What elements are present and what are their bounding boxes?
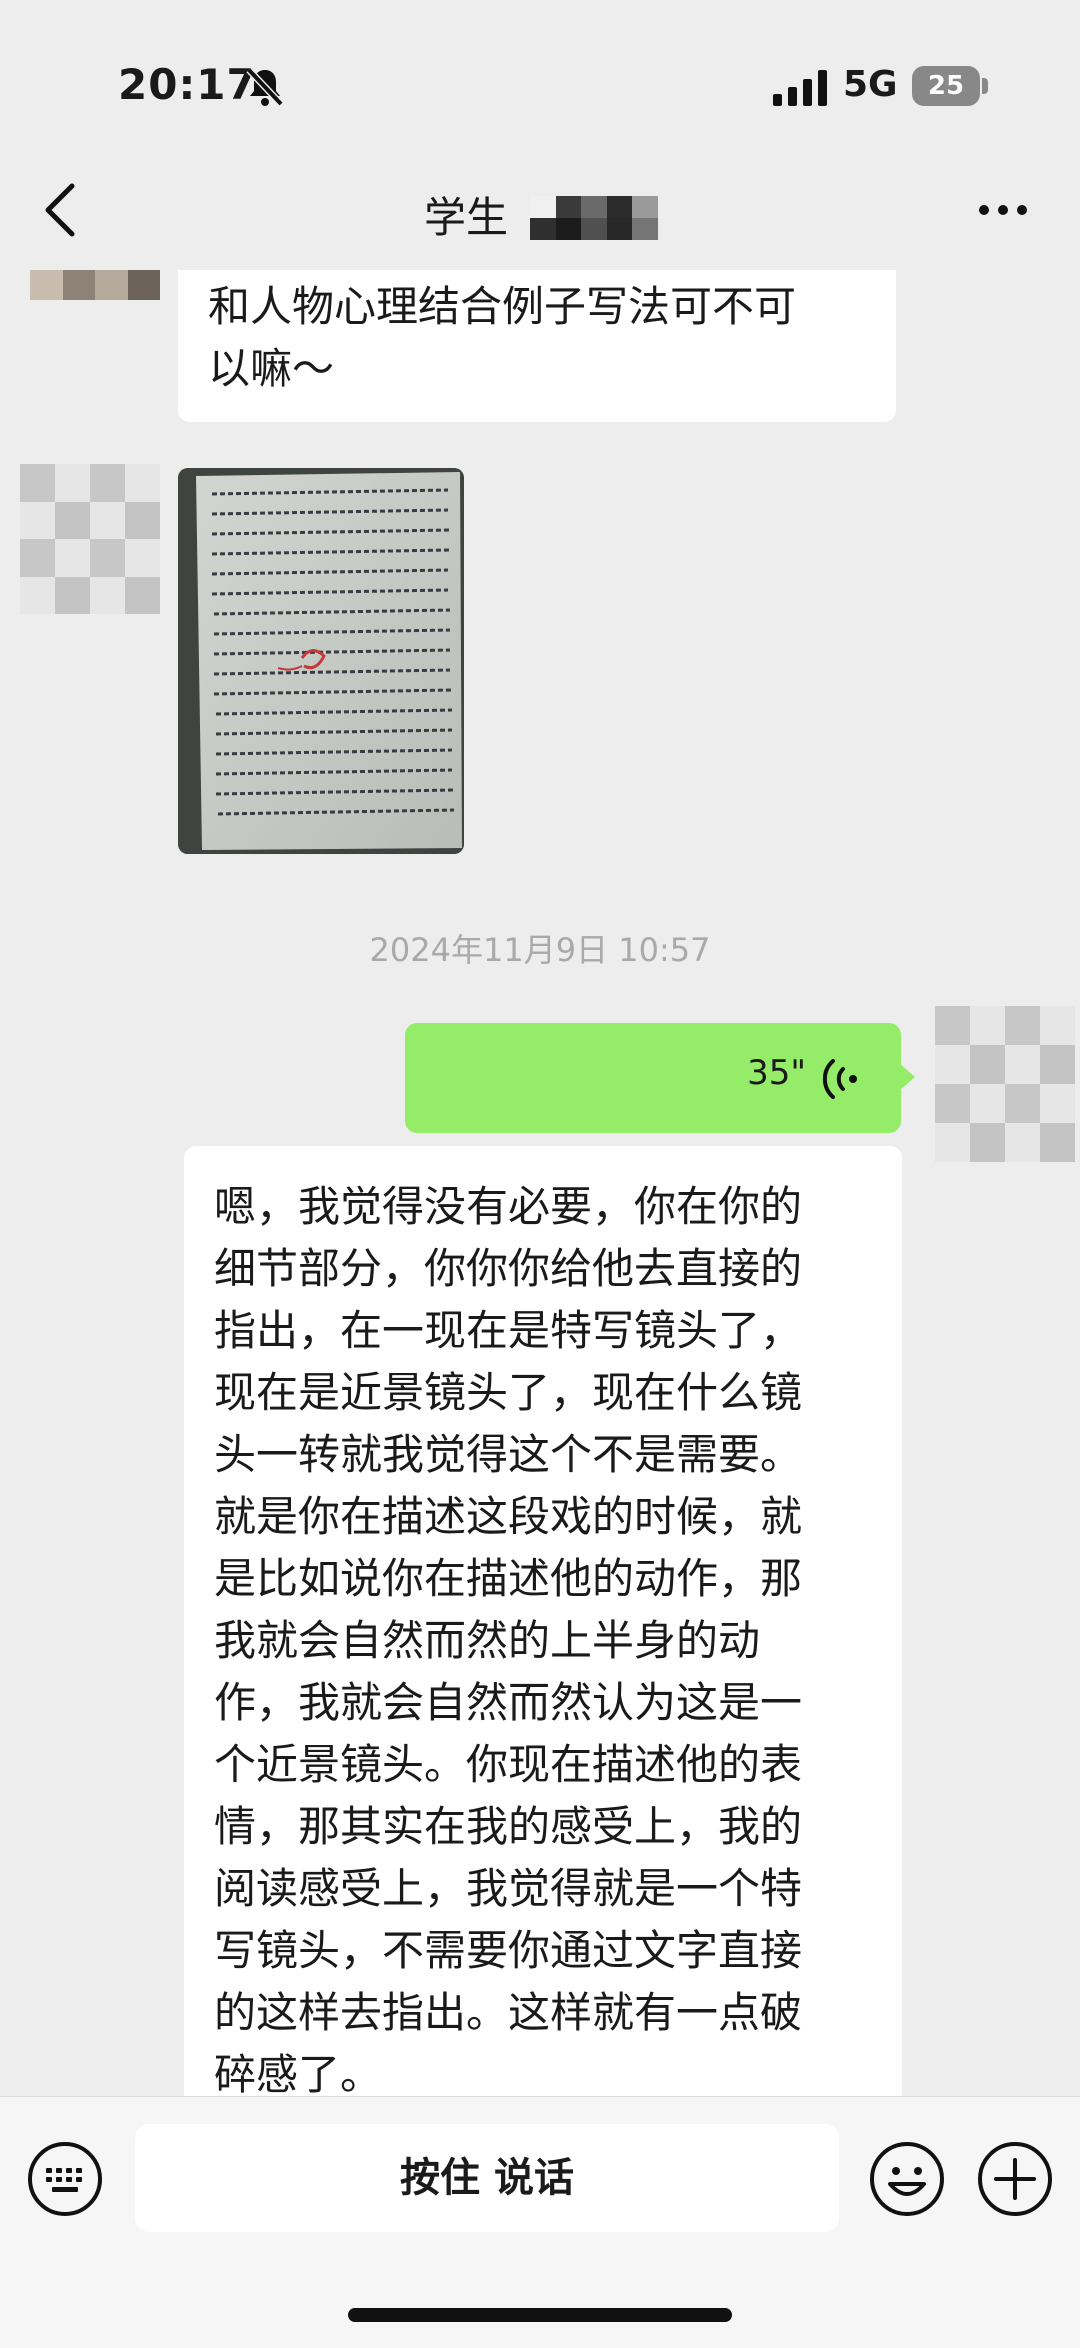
message-text: 和人物心理结合例子写法可不可 以嘛～ [208,282,797,393]
battery-indicator: 25 [912,66,980,106]
home-indicator[interactable] [348,2308,732,2322]
battery-tip [982,78,988,94]
more-icon[interactable] [976,190,1030,230]
voice-message-bubble[interactable]: 35" [405,1023,915,1133]
avatar-partial[interactable] [30,270,160,300]
message-text: 嗯，我觉得没有必要，你在你的 细节部分，你你你给他去直接的 指出，在一现在是特写… [214,1182,803,2099]
hold-to-talk-button[interactable]: 按住 说话 [135,2124,839,2232]
status-bar: 20:17 5G 25 [0,0,1080,180]
my-avatar[interactable] [935,1006,1075,1162]
emoji-icon[interactable] [868,2140,946,2218]
plus-icon[interactable] [976,2140,1054,2218]
sender-avatar[interactable] [20,464,160,614]
handwritten-essay-photo [178,468,464,854]
network-label: 5G [843,64,898,105]
signal-icon [773,70,827,106]
back-chevron-icon[interactable] [40,180,80,240]
bell-muted-icon [246,67,284,107]
timestamp: 2024年11月9日 10:57 [369,931,711,969]
redacted-name-mosaic [530,196,658,240]
voice-duration: 35" [747,1053,806,1093]
message-bubble-received[interactable]: 嗯，我觉得没有必要，你在你的 细节部分，你你你给他去直接的 指出，在一现在是特写… [184,1146,902,2099]
keyboard-icon[interactable] [26,2140,104,2218]
chat-title: 学生 [424,193,509,242]
status-time: 20:17 [118,60,257,109]
voice-wave-icon [822,1059,857,1099]
message-bubble-received[interactable]: 和人物心理结合例子写法可不可 以嘛～ [178,270,896,422]
message-image[interactable] [178,468,464,854]
